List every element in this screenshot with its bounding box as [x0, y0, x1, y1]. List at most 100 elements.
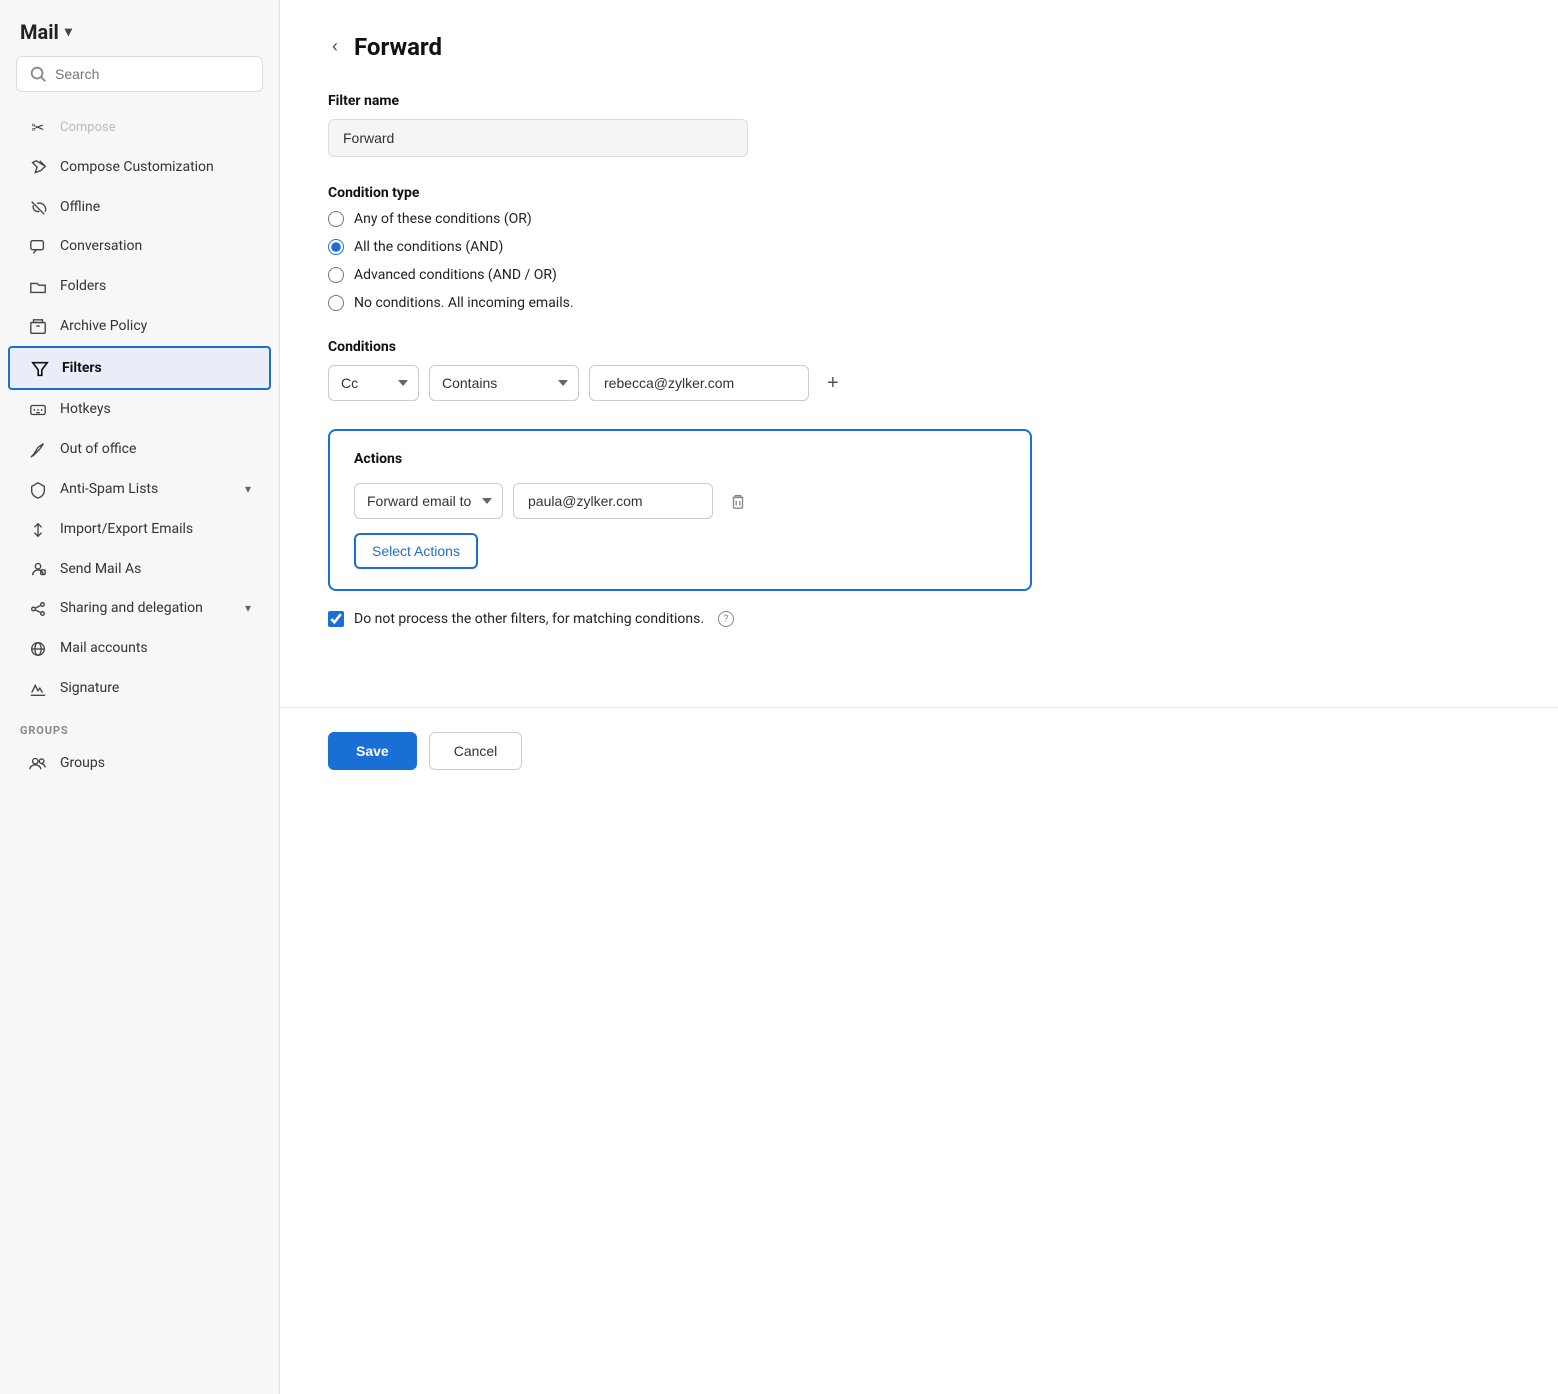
sidebar-item-hotkeys[interactable]: Hotkeys — [8, 390, 271, 430]
sidebar-item-out-of-office-label: Out of office — [60, 441, 251, 457]
sidebar-item-offline[interactable]: Offline — [8, 187, 271, 227]
sharing-delegation-icon — [28, 598, 48, 618]
sidebar-item-mail-accounts[interactable]: Mail accounts — [8, 628, 271, 668]
sidebar-item-archive-policy-label: Archive Policy — [60, 318, 251, 334]
sidebar-item-sharing-delegation[interactable]: Sharing and delegation ▾ — [8, 588, 271, 628]
mail-accounts-icon — [28, 638, 48, 658]
search-icon — [29, 65, 47, 83]
radio-and-input[interactable] — [328, 239, 344, 255]
radio-advanced-input[interactable] — [328, 267, 344, 283]
sidebar-item-send-mail-as[interactable]: Send Mail As — [8, 549, 271, 589]
radio-or-input[interactable] — [328, 211, 344, 227]
sidebar-item-folders-label: Folders — [60, 278, 251, 294]
sidebar-item-conversation-label: Conversation — [60, 238, 251, 254]
signature-icon — [28, 678, 48, 698]
actions-row: Forward email to Mark as read Move to fo… — [354, 483, 1006, 519]
groups-section-label: GROUPS — [0, 708, 279, 743]
sidebar-item-import-export[interactable]: Import/Export Emails — [8, 509, 271, 549]
compose-icon: ✂ — [28, 118, 48, 137]
back-icon: ‹ — [332, 36, 338, 57]
import-export-icon — [28, 519, 48, 539]
sidebar-item-groups[interactable]: Groups — [8, 743, 271, 783]
folders-icon — [28, 276, 48, 296]
add-condition-button[interactable]: + — [819, 369, 847, 397]
condition-type-radio-group: Any of these conditions (OR) All the con… — [328, 211, 1032, 311]
sidebar-item-filters-label: Filters — [62, 360, 249, 376]
main-content: ‹ Forward Filter name Condition type Any… — [280, 0, 1558, 1394]
conditions-section: Conditions Cc From To Subject Body Conta… — [328, 339, 1032, 401]
delete-action-button[interactable] — [723, 486, 753, 516]
radio-or[interactable]: Any of these conditions (OR) — [328, 211, 1032, 227]
sidebar-item-anti-spam-label: Anti-Spam Lists — [60, 481, 233, 497]
condition-operator-select[interactable]: Contains Does not contain Is Is not Star… — [429, 365, 579, 401]
app-title-chevron: ▾ — [65, 24, 72, 40]
action-type-select[interactable]: Forward email to Mark as read Move to fo… — [354, 483, 503, 519]
sidebar-item-offline-label: Offline — [60, 199, 251, 215]
app-title-text: Mail — [20, 20, 59, 44]
filters-icon — [30, 358, 50, 378]
sidebar: Mail ▾ ✂ Compose Compose Customization — [0, 0, 280, 1394]
radio-advanced[interactable]: Advanced conditions (AND / OR) — [328, 267, 1032, 283]
send-mail-as-icon — [28, 559, 48, 579]
sidebar-item-compose-customization[interactable]: Compose Customization — [8, 147, 271, 187]
save-button[interactable]: Save — [328, 732, 417, 770]
sidebar-item-filters[interactable]: Filters — [8, 346, 271, 390]
hotkeys-icon — [28, 400, 48, 420]
condition-type-section: Condition type Any of these conditions (… — [328, 185, 1032, 311]
sharing-delegation-chevron: ▾ — [245, 601, 251, 615]
sidebar-item-conversation[interactable]: Conversation — [8, 227, 271, 267]
conditions-row: Cc From To Subject Body Contains Does no… — [328, 365, 1032, 401]
sidebar-item-out-of-office[interactable]: Out of office — [8, 429, 271, 469]
sidebar-item-sharing-delegation-label: Sharing and delegation — [60, 600, 233, 616]
sidebar-item-hotkeys-label: Hotkeys — [60, 401, 251, 417]
page-title: Forward — [354, 33, 442, 61]
sidebar-item-folders[interactable]: Folders — [8, 266, 271, 306]
action-email-input[interactable] — [513, 483, 713, 519]
condition-field-select[interactable]: Cc From To Subject Body — [328, 365, 419, 401]
sidebar-item-compose-truncated[interactable]: ✂ Compose — [8, 108, 271, 147]
sidebar-item-compose-customization-label: Compose Customization — [60, 159, 251, 175]
out-of-office-icon — [28, 439, 48, 459]
sidebar-item-anti-spam[interactable]: Anti-Spam Lists ▾ — [8, 469, 271, 509]
select-actions-button[interactable]: Select Actions — [354, 533, 478, 569]
sidebar-item-signature[interactable]: Signature — [8, 668, 271, 708]
filter-name-input[interactable] — [328, 119, 748, 157]
condition-type-label: Condition type — [328, 185, 1032, 201]
compose-customization-icon — [28, 157, 48, 177]
trash-icon — [729, 492, 747, 510]
back-button[interactable]: ‹ — [328, 32, 342, 61]
condition-value-input[interactable] — [589, 365, 809, 401]
page-header: ‹ Forward — [328, 32, 1032, 61]
search-box — [16, 56, 263, 92]
radio-none-label: No conditions. All incoming emails. — [354, 295, 574, 311]
anti-spam-chevron: ▾ — [245, 482, 251, 496]
sidebar-item-import-export-label: Import/Export Emails — [60, 521, 251, 537]
cancel-button[interactable]: Cancel — [429, 732, 523, 770]
radio-and-label: All the conditions (AND) — [354, 239, 503, 255]
archive-policy-icon — [28, 316, 48, 336]
radio-none-input[interactable] — [328, 295, 344, 311]
checkbox-row: Do not process the other filters, for ma… — [328, 611, 1032, 627]
conversation-icon — [28, 237, 48, 257]
sidebar-item-send-mail-as-label: Send Mail As — [60, 561, 251, 577]
sidebar-item-archive-policy[interactable]: Archive Policy — [8, 306, 271, 346]
sidebar-item-groups-label: Groups — [60, 755, 251, 771]
groups-icon — [28, 753, 48, 773]
no-process-checkbox[interactable] — [328, 611, 344, 627]
radio-or-label: Any of these conditions (OR) — [354, 211, 532, 227]
filter-name-label: Filter name — [328, 93, 1032, 109]
offline-icon — [28, 197, 48, 217]
conditions-label: Conditions — [328, 339, 1032, 355]
app-title[interactable]: Mail ▾ — [0, 0, 279, 56]
no-process-label: Do not process the other filters, for ma… — [354, 611, 704, 627]
actions-box: Actions Forward email to Mark as read Mo… — [328, 429, 1032, 591]
help-icon[interactable]: ? — [718, 611, 734, 627]
footer-buttons: Save Cancel — [280, 707, 1558, 794]
radio-and[interactable]: All the conditions (AND) — [328, 239, 1032, 255]
search-input[interactable] — [55, 66, 250, 82]
radio-advanced-label: Advanced conditions (AND / OR) — [354, 267, 557, 283]
sidebar-item-signature-label: Signature — [60, 680, 251, 696]
actions-box-title: Actions — [354, 451, 1006, 467]
anti-spam-icon — [28, 479, 48, 499]
radio-none[interactable]: No conditions. All incoming emails. — [328, 295, 1032, 311]
